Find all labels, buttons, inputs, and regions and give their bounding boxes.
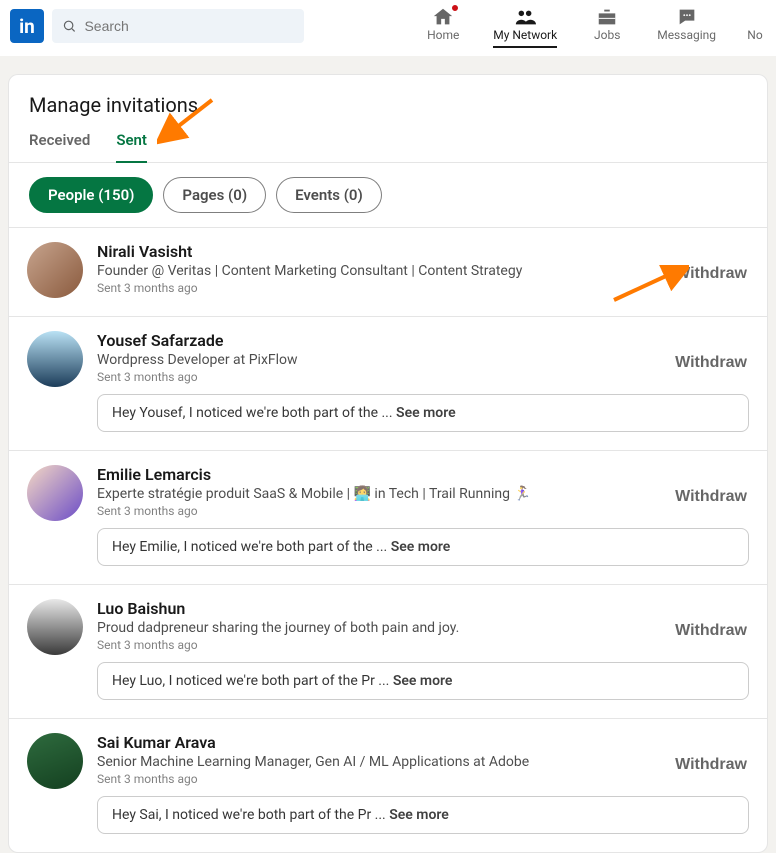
- person-name[interactable]: Luo Baishun: [97, 599, 673, 618]
- invite-body: Emilie Lemarcis Experte stratégie produit…: [97, 465, 749, 566]
- person-headline: Founder @ Veritas | Content Marketing Co…: [97, 263, 673, 279]
- message-preview: Hey Yousef, I noticed we're both part of…: [97, 394, 749, 432]
- invite-body: Yousef Safarzade Wordpress Developer at P…: [97, 331, 749, 432]
- invite-list: Nirali Vasisht Founder @ Veritas | Conten…: [9, 227, 767, 852]
- withdraw-button[interactable]: Withdraw: [673, 618, 749, 644]
- nav-home[interactable]: Home: [421, 6, 465, 46]
- invite-body: Nirali Vasisht Founder @ Veritas | Conten…: [97, 242, 749, 298]
- person-headline: Senior Machine Learning Manager, Gen AI …: [97, 754, 673, 770]
- invite-item: Yousef Safarzade Wordpress Developer at P…: [9, 316, 767, 450]
- topbar: in Home My Network Jobs: [0, 0, 776, 56]
- person-name[interactable]: Emilie Lemarcis: [97, 465, 673, 484]
- home-icon: [432, 6, 454, 28]
- filter-pills: People (150) Pages (0) Events (0): [9, 163, 767, 227]
- sent-time: Sent 3 months ago: [97, 638, 673, 652]
- tabs: Received Sent: [9, 117, 767, 163]
- withdraw-button[interactable]: Withdraw: [673, 484, 749, 510]
- avatar[interactable]: [27, 733, 83, 789]
- nav-label: Messaging: [657, 28, 716, 42]
- invite-body: Sai Kumar Arava Senior Machine Learning M…: [97, 733, 749, 834]
- people-icon: [514, 6, 536, 28]
- person-name[interactable]: Yousef Safarzade: [97, 331, 673, 350]
- avatar[interactable]: [27, 599, 83, 655]
- person-headline: Proud dadpreneur sharing the journey of …: [97, 620, 673, 636]
- search-icon: [62, 18, 76, 34]
- linkedin-logo[interactable]: in: [10, 9, 44, 43]
- invite-item: Sai Kumar Arava Senior Machine Learning M…: [9, 718, 767, 852]
- briefcase-icon: [596, 6, 618, 28]
- person-name[interactable]: Sai Kumar Arava: [97, 733, 673, 752]
- chat-icon: [676, 6, 698, 28]
- search-box[interactable]: [52, 9, 304, 43]
- invite-item: Emilie Lemarcis Experte stratégie produit…: [9, 450, 767, 584]
- invitations-card: Manage invitations Received Sent People …: [8, 74, 768, 853]
- withdraw-button[interactable]: Withdraw: [673, 350, 749, 376]
- message-preview: Hey Emilie, I noticed we're both part of…: [97, 528, 749, 566]
- see-more-link[interactable]: See more: [393, 673, 453, 689]
- tab-sent[interactable]: Sent: [116, 131, 147, 163]
- filter-events[interactable]: Events (0): [276, 177, 382, 213]
- page-title: Manage invitations: [9, 75, 767, 117]
- sent-time: Sent 3 months ago: [97, 504, 673, 518]
- filter-people[interactable]: People (150): [29, 177, 153, 213]
- notification-badge: [450, 3, 460, 13]
- avatar[interactable]: [27, 242, 83, 298]
- bell-icon: [744, 6, 766, 28]
- see-more-link[interactable]: See more: [396, 405, 456, 421]
- sent-time: Sent 3 months ago: [97, 370, 673, 384]
- tab-received[interactable]: Received: [29, 131, 90, 162]
- avatar[interactable]: [27, 465, 83, 521]
- withdraw-button[interactable]: Withdraw: [673, 752, 749, 778]
- person-name[interactable]: Nirali Vasisht: [97, 242, 673, 261]
- message-text: Hey Yousef, I noticed we're both part of…: [112, 405, 396, 421]
- nav-messaging[interactable]: Messaging: [657, 6, 716, 46]
- invite-item: Luo Baishun Proud dadpreneur sharing the …: [9, 584, 767, 718]
- invite-item: Nirali Vasisht Founder @ Veritas | Conten…: [9, 227, 767, 316]
- invite-body: Luo Baishun Proud dadpreneur sharing the …: [97, 599, 749, 700]
- top-nav: Home My Network Jobs Messaging No: [421, 4, 766, 48]
- nav-jobs[interactable]: Jobs: [585, 6, 629, 46]
- nav-network[interactable]: My Network: [493, 6, 557, 48]
- see-more-link[interactable]: See more: [391, 539, 451, 555]
- person-headline: Experte stratégie produit SaaS & Mobile …: [97, 486, 673, 502]
- message-preview: Hey Luo, I noticed we're both part of th…: [97, 662, 749, 700]
- nav-label: Jobs: [594, 28, 620, 42]
- sent-time: Sent 3 months ago: [97, 772, 673, 786]
- message-text: Hey Sai, I noticed we're both part of th…: [112, 807, 389, 823]
- nav-label: No: [747, 28, 762, 42]
- see-more-link[interactable]: See more: [389, 807, 449, 823]
- message-preview: Hey Sai, I noticed we're both part of th…: [97, 796, 749, 834]
- person-headline: Wordpress Developer at PixFlow: [97, 352, 673, 368]
- filter-pages[interactable]: Pages (0): [163, 177, 266, 213]
- message-text: Hey Luo, I noticed we're both part of th…: [112, 673, 393, 689]
- nav-label: My Network: [493, 28, 557, 42]
- nav-notifications-partial[interactable]: No: [744, 6, 766, 46]
- nav-label: Home: [427, 28, 459, 42]
- withdraw-button[interactable]: Withdraw: [673, 261, 749, 287]
- search-input[interactable]: [84, 18, 294, 34]
- avatar[interactable]: [27, 331, 83, 387]
- message-text: Hey Emilie, I noticed we're both part of…: [112, 539, 391, 555]
- sent-time: Sent 3 months ago: [97, 281, 673, 295]
